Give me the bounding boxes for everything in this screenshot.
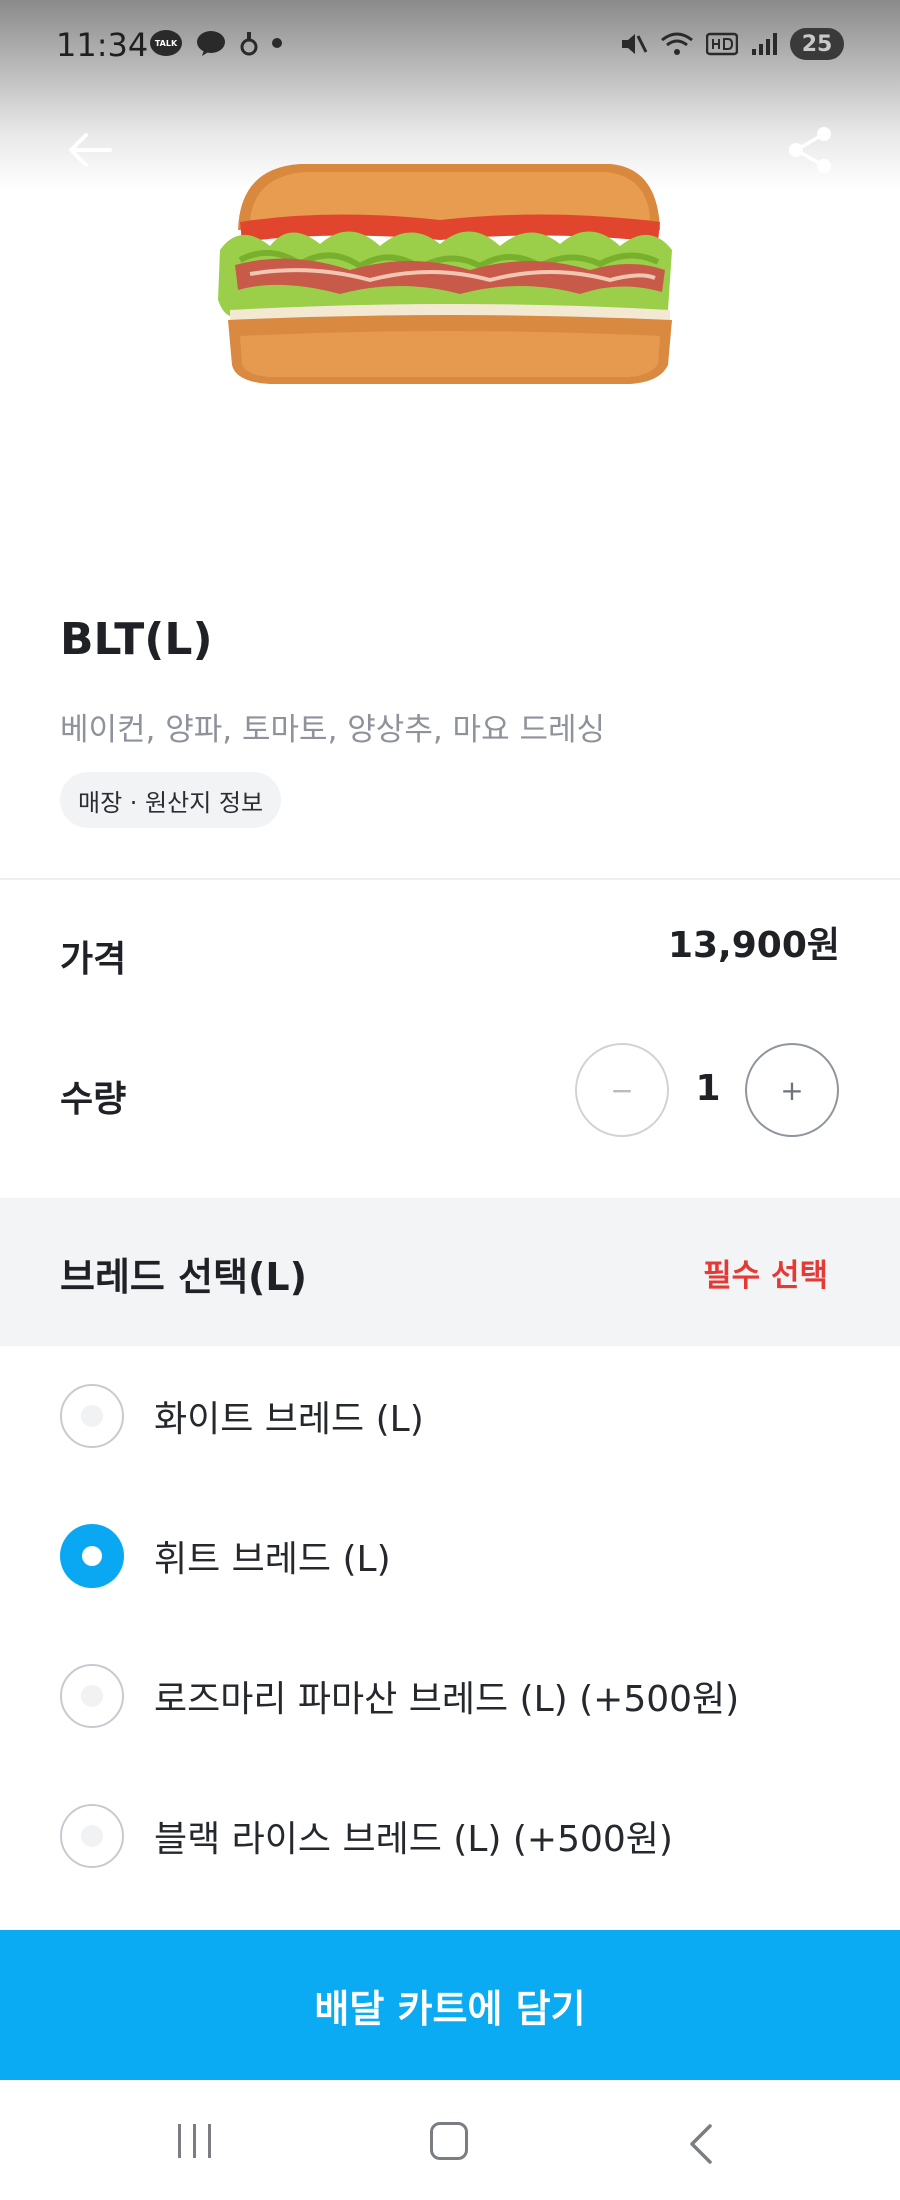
bread-section-header: 브레드 선택(L) 필수 선택: [0, 1198, 900, 1346]
back-button[interactable]: [60, 120, 120, 180]
radio-button[interactable]: [60, 1384, 124, 1448]
talk-icon: TALK: [150, 30, 182, 56]
bread-option-rosemary-parmesan[interactable]: 로즈마리 파마산 브레드 (L) (+500원): [0, 1646, 900, 1746]
recents-icon[interactable]: [178, 2124, 211, 2158]
bread-option-white[interactable]: 화이트 브레드 (L): [0, 1366, 900, 1466]
chat-bubble-icon: [197, 31, 225, 56]
bread-option-wheat[interactable]: 휘트 브레드 (L): [0, 1506, 900, 1606]
wifi-icon: [661, 32, 693, 55]
required-badge: 필수 선택: [703, 1258, 828, 1294]
bread-section-title: 브레드 선택(L): [60, 1255, 307, 1299]
bread-option-label: 휘트 브레드 (L): [154, 1539, 391, 1580]
bread-option-black-rice[interactable]: 블랙 라이스 브레드 (L) (+500원): [0, 1786, 900, 1886]
more-notifications-dot: [272, 38, 282, 48]
price-value: 13,900원: [667, 925, 840, 966]
hd-voice-icon: [706, 32, 738, 56]
app-notification-icon: [240, 32, 258, 56]
notification-icons: TALK: [150, 30, 282, 56]
mute-icon: [622, 34, 648, 54]
origin-info-chip[interactable]: 매장 · 원산지 정보: [60, 772, 282, 828]
battery-icon: 25: [790, 28, 844, 60]
divider: [0, 878, 900, 880]
system-back-icon[interactable]: [686, 2122, 716, 2166]
system-icons: 25: [618, 28, 844, 60]
quantity-decrease-button[interactable]: −: [575, 1043, 669, 1137]
share-icon: [789, 127, 831, 173]
radio-button[interactable]: [60, 1664, 124, 1728]
radio-button[interactable]: [60, 1804, 124, 1868]
product-description: 베이컨, 양파, 토마토, 양상추, 마요 드레싱: [60, 712, 606, 748]
add-to-delivery-cart-button[interactable]: 배달 카트에 담기: [0, 1930, 900, 2080]
status-bar: 11:34 TALK 25: [0, 0, 900, 96]
arrow-left-icon: [69, 133, 112, 167]
share-button[interactable]: [780, 120, 840, 180]
bread-option-label: 로즈마리 파마산 브레드 (L) (+500원): [154, 1679, 740, 1720]
product-title: BLT(L): [60, 614, 213, 665]
quantity-increase-button[interactable]: +: [745, 1043, 839, 1137]
radio-button-selected[interactable]: [60, 1524, 124, 1588]
bread-option-label: 화이트 브레드 (L): [154, 1399, 424, 1440]
status-time: 11:34: [56, 26, 149, 64]
bread-option-label: 블랙 라이스 브레드 (L) (+500원): [154, 1819, 673, 1860]
quantity-label: 수량: [60, 1079, 127, 1120]
signal-icon: [752, 33, 777, 55]
product-image: [218, 164, 672, 384]
system-navigation-bar: [0, 2080, 900, 2200]
price-label: 가격: [60, 939, 127, 980]
home-icon[interactable]: [430, 2122, 468, 2160]
quantity-value: 1: [695, 1068, 721, 1109]
